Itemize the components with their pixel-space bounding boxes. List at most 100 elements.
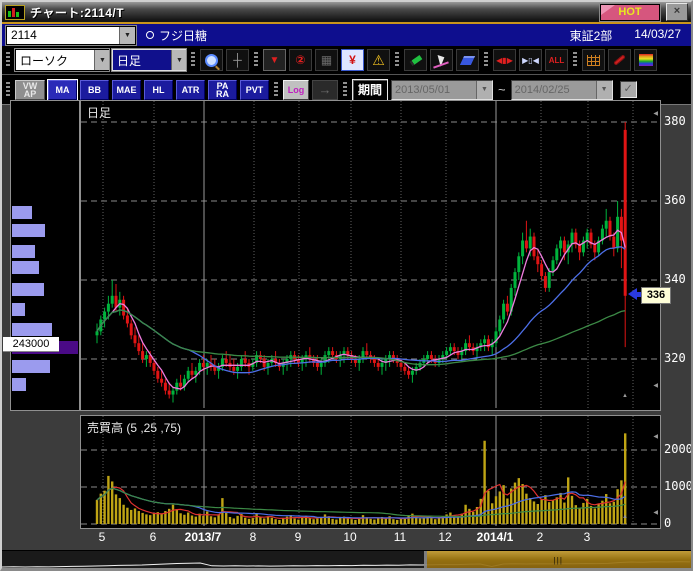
date-to-value: 2014/02/25	[512, 84, 596, 96]
chart-type-value: ローソク	[16, 52, 94, 69]
x-axis-label: 9	[295, 530, 302, 544]
x-axis-label: 6	[150, 530, 157, 544]
x-axis-label: 8	[250, 530, 257, 544]
date-from-field[interactable]: 2013/05/01 ▼	[391, 80, 493, 100]
indicator-para-button[interactable]: PARA	[208, 80, 237, 100]
profile-bar	[12, 378, 26, 391]
date-from-dropdown-icon[interactable]: ▼	[476, 81, 492, 99]
shrink-bars-icon[interactable]: ▶▯◀	[519, 49, 542, 71]
range-navigator[interactable]: |||	[2, 550, 691, 571]
y-axis-label: 360	[664, 193, 686, 207]
grid-icon[interactable]: ▦	[315, 49, 338, 71]
profile-bar	[12, 206, 32, 219]
symbol-combobox[interactable]: 2114 ▼	[6, 26, 136, 45]
last-price-tag: 336	[641, 287, 671, 304]
draw-pencil-icon[interactable]	[404, 49, 427, 71]
x-axis: 562013/7891011122014/123	[80, 530, 659, 547]
toolbar-grip[interactable]	[484, 52, 488, 68]
price-chart-pane[interactable]: 日足 ◀ ◀ ▲	[80, 100, 661, 411]
profile-bar	[12, 360, 50, 373]
profile-bar	[12, 261, 39, 274]
eraser-icon[interactable]	[456, 49, 479, 71]
show-all-icon[interactable]: ALL	[545, 49, 568, 71]
x-axis-label: 5	[99, 530, 106, 544]
scroll-up-icon[interactable]: ▲	[622, 393, 628, 399]
hot-button[interactable]: HOT	[600, 4, 660, 21]
x-axis-label: 2014/1	[477, 530, 514, 544]
scroll-left-icon[interactable]: ◀	[653, 510, 658, 516]
indicator-ma-button[interactable]: MA	[48, 80, 77, 100]
title-bar[interactable]: チャート:2114/T HOT ×	[2, 2, 691, 22]
price-pane-label: 日足	[87, 104, 111, 121]
period-checkbox[interactable]: ✓	[620, 81, 637, 98]
quote-date: 14/03/27	[634, 27, 681, 44]
volume-pane-label: 売買高 (5 ,25 ,75)	[87, 419, 181, 436]
price-chart-svg[interactable]	[81, 101, 658, 408]
stock-bullet-icon	[146, 31, 154, 39]
timeframe-select[interactable]: 日足 ▼	[112, 49, 186, 71]
x-axis-label: 2013/7	[185, 530, 222, 544]
toolbar-grip[interactable]	[274, 82, 278, 98]
log-scale-button[interactable]: Log	[283, 80, 309, 100]
toolbar-grip[interactable]	[395, 52, 399, 68]
profile-bar	[12, 283, 44, 296]
warning-icon[interactable]: ⚠	[367, 49, 390, 71]
toolbar-grip[interactable]	[254, 52, 258, 68]
symbol-value: 2114	[7, 28, 119, 42]
indicator-mae-button[interactable]: MAE	[112, 80, 141, 100]
save-chart-icon[interactable]: ▼	[263, 49, 286, 71]
timeframe-dropdown-icon[interactable]: ▼	[171, 50, 187, 70]
x-axis-label: 10	[343, 530, 356, 544]
scroll-left-icon[interactable]: ◀	[653, 434, 658, 440]
profile-bar	[12, 323, 52, 336]
close-button[interactable]: ×	[666, 3, 688, 21]
volume-pane[interactable]: 売買高 (5 ,25 ,75) ◀ ◀ ▲	[80, 415, 661, 529]
y-axis-label: 340	[664, 272, 686, 286]
timeframe-value: 日足	[113, 52, 171, 69]
crosshair-icon[interactable]: ┼	[226, 49, 249, 71]
volume-profile-pane[interactable]	[10, 100, 80, 411]
scroll-left-icon[interactable]: ◀	[653, 383, 658, 389]
date-to-dropdown-icon[interactable]: ▼	[596, 81, 612, 99]
scroll-up-icon[interactable]: ▲	[622, 514, 628, 520]
date-to-field[interactable]: 2014/02/25 ▼	[511, 80, 613, 100]
toolbar-main: ローソク ▼ 日足 ▼ ┼ ▼ ② ▦ ¥ ⚠ ◀▮▶ ▶▯◀ ALL	[2, 46, 691, 75]
date-from-value: 2013/05/01	[392, 84, 476, 96]
max-volume-tag: 243000	[3, 337, 59, 352]
compare-zoom-icon[interactable]: ②	[289, 49, 312, 71]
y-axis-label: 320	[664, 351, 686, 365]
toolbar-grip[interactable]	[191, 52, 195, 68]
settings-wrench-icon[interactable]	[608, 49, 631, 71]
symbol-dropdown-icon[interactable]: ▼	[119, 27, 135, 44]
toolbar-grip[interactable]	[343, 82, 347, 98]
stock-name: フジ日糖	[159, 27, 207, 44]
volume-axis-label: 20000	[664, 442, 693, 456]
app-chart-icon	[5, 5, 25, 20]
indicator-atr-button[interactable]: ATR	[176, 80, 205, 100]
price-yen-icon[interactable]: ¥	[341, 49, 364, 71]
chart-type-select[interactable]: ローソク ▼	[15, 49, 109, 71]
toolbar-grip[interactable]	[6, 82, 10, 98]
net-icon[interactable]	[582, 49, 605, 71]
redo-arrow-button[interactable]: →	[312, 80, 338, 100]
color-palette-icon[interactable]	[634, 49, 657, 71]
indicator-pvt-button[interactable]: PVT	[240, 80, 269, 100]
navigator-selection[interactable]: |||	[424, 551, 691, 571]
x-axis-label: 12	[438, 530, 451, 544]
navigator-grip-icon[interactable]: |||	[553, 557, 565, 565]
indicator-bb-button[interactable]: BB	[80, 80, 109, 100]
toolbar-grip[interactable]	[573, 52, 577, 68]
select-cursor-icon[interactable]	[430, 49, 453, 71]
profile-bar	[12, 303, 25, 316]
indicator-vwap-button[interactable]: VWAP	[15, 80, 45, 100]
indicator-hl-button[interactable]: HL	[144, 80, 173, 100]
chart-type-dropdown-icon[interactable]: ▼	[94, 50, 110, 70]
symbol-bar: 2114 ▼ フジ日糖 東証2部 14/03/27	[2, 24, 691, 46]
expand-bars-icon[interactable]: ◀▮▶	[493, 49, 516, 71]
scroll-left-icon[interactable]: ◀	[653, 111, 658, 117]
zoom-icon[interactable]	[200, 49, 223, 71]
toolbar-grip[interactable]	[6, 52, 10, 68]
x-axis-label: 2	[537, 530, 544, 544]
chart-window: チャート:2114/T HOT × 2114 ▼ フジ日糖 東証2部 14/03…	[0, 0, 693, 571]
profile-bar	[12, 224, 45, 237]
